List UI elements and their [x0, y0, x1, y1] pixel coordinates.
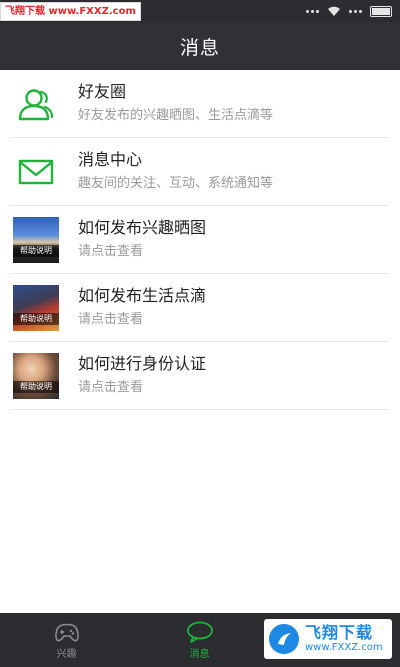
thumbnail-image: 帮助说明: [13, 284, 59, 331]
help-thumbnail: 帮助说明: [12, 216, 60, 264]
thumbnail-caption: 帮助说明: [13, 244, 59, 257]
watermark-top: 飞翔下载 www.FXXZ.com: [0, 2, 141, 21]
list-item-subtitle: 请点击查看: [78, 312, 144, 327]
title-bar: 消息: [0, 22, 400, 70]
screen: 飞翔下载 www.FXXZ.com 消息 好友圈 好友发布的兴趣晒图、生活点滴等…: [0, 0, 400, 667]
thumbnail-caption: 帮助说明: [13, 380, 59, 393]
thumbnail-image: 帮助说明: [13, 216, 59, 263]
wifi-icon: [328, 6, 340, 16]
list-item-subtitle: 好友发布的兴趣晒图、生活点滴等: [78, 108, 274, 123]
watermark-title: 飞翔下载: [305, 623, 374, 642]
message-list: 好友圈 好友发布的兴趣晒图、生活点滴等 消息中心 趣友间的关注、互动、系统通知等…: [0, 70, 400, 410]
gamepad-icon: [54, 623, 79, 641]
list-item-friends-circle[interactable]: 好友圈 好友发布的兴趣晒图、生活点滴等: [10, 70, 388, 138]
list-item-subtitle: 趣友间的关注、互动、系统通知等: [78, 176, 274, 191]
status-bar: 飞翔下载 www.FXXZ.com: [0, 0, 400, 22]
list-item-help-post-interest[interactable]: 帮助说明 如何发布兴趣晒图 请点击查看: [10, 206, 388, 274]
watermark-logo-icon: [269, 624, 299, 654]
envelope-icon: [12, 148, 60, 196]
watermark-url: www.FXXZ.com: [305, 642, 383, 653]
list-item-title: 如何发布兴趣晒图: [78, 218, 207, 237]
thumbnail-image: 帮助说明: [13, 352, 59, 399]
list-item-help-post-life[interactable]: 帮助说明 如何发布生活点滴 请点击查看: [10, 274, 388, 342]
tab-messages[interactable]: 消息: [133, 613, 266, 667]
chat-bubble-icon: [186, 621, 213, 643]
tab-interest[interactable]: 兴趣: [0, 613, 133, 667]
friends-icon: [12, 80, 60, 128]
list-item-subtitle: 请点击查看: [78, 380, 144, 395]
bottom-tab-bar: 兴趣 消息 飞翔下载 www.FXXZ.com: [0, 613, 400, 667]
list-item-subtitle: 请点击查看: [78, 244, 144, 259]
list-item-help-verification[interactable]: 帮助说明 如何进行身份认证 请点击查看: [10, 342, 388, 410]
watermark-bottom: 飞翔下载 www.FXXZ.com: [264, 619, 392, 659]
list-item-title: 如何发布生活点滴: [78, 286, 207, 305]
thumbnail-caption: 帮助说明: [13, 312, 59, 325]
help-thumbnail: 帮助说明: [12, 284, 60, 332]
tab-label: 消息: [189, 648, 210, 660]
list-item-title: 如何进行身份认证: [78, 354, 207, 373]
page-title: 消息: [179, 36, 220, 59]
list-item-title: 好友圈: [78, 82, 127, 101]
status-icons: [306, 0, 392, 22]
list-item-message-center[interactable]: 消息中心 趣友间的关注、互动、系统通知等: [10, 138, 388, 206]
battery-icon: [370, 5, 392, 17]
more-dots-icon: [306, 9, 319, 13]
help-thumbnail: 帮助说明: [12, 352, 60, 400]
list-item-title: 消息中心: [78, 150, 143, 169]
signal-dots-icon: [349, 9, 362, 13]
tab-label: 兴趣: [56, 648, 77, 660]
